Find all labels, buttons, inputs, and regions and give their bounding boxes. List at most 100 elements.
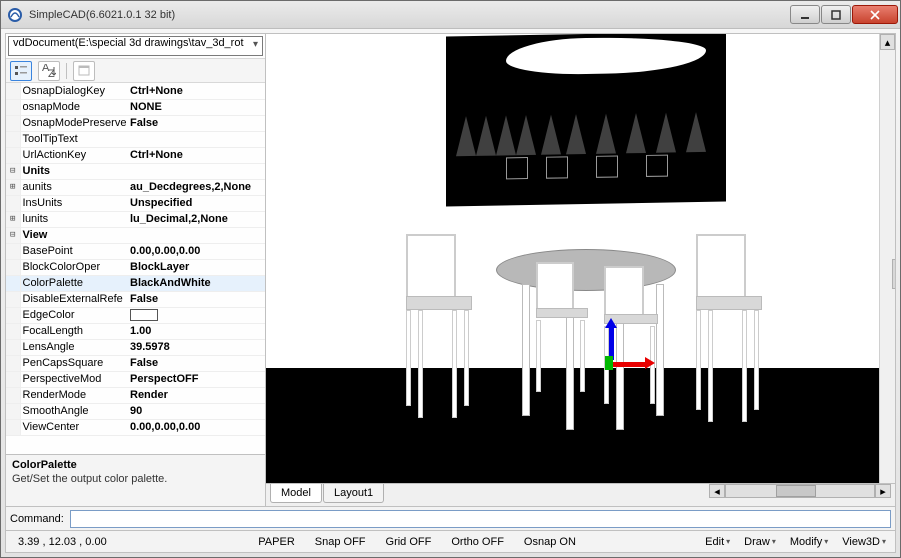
property-row[interactable]: RenderModeRender [6,387,265,403]
property-value[interactable]: False [128,115,265,131]
property-name: PenCapsSquare [20,355,128,371]
property-row[interactable]: ⊟View [6,227,265,243]
command-label: Command: [10,513,64,525]
property-grid[interactable]: OsnapDialogKeyCtrl+NoneosnapModeNONEOsna… [6,83,265,454]
property-value[interactable]: au_Decdegrees,2,None [128,179,265,195]
property-name: ColorPalette [20,275,128,291]
property-name: UrlActionKey [20,147,128,163]
command-input[interactable] [70,510,891,528]
property-value[interactable]: PerspectOFF [128,371,265,387]
expand-toggle[interactable]: ⊞ [6,179,20,195]
description-pane: ColorPalette Get/Set the output color pa… [6,454,265,506]
property-row[interactable]: PenCapsSquareFalse [6,355,265,371]
property-name: ViewCenter [20,419,128,435]
property-row[interactable]: InsUnitsUnspecified [6,195,265,211]
minimize-button[interactable] [790,5,820,24]
property-row[interactable]: BasePoint0.00,0.00,0.00 [6,243,265,259]
viewport-hscrollbar[interactable]: ◂ ▸ [709,484,891,498]
property-name: EdgeColor [20,307,128,323]
scroll-right-icon[interactable]: ▸ [875,484,891,498]
wall-picture [446,34,726,206]
property-name: View [20,227,128,243]
property-value[interactable]: 90 [128,403,265,419]
property-value[interactable]: Unspecified [128,195,265,211]
property-value[interactable]: NONE [128,99,265,115]
property-row[interactable]: LensAngle39.5978 [6,339,265,355]
layout-tabs: Model Layout1 ◂ ▸ [266,484,895,506]
menu-modify[interactable]: Modify▾ [787,536,831,548]
tab-model[interactable]: Model [270,484,322,503]
property-value[interactable]: Render [128,387,265,403]
expand-toggle [6,387,20,403]
property-value[interactable]: 39.5978 [128,339,265,355]
x-axis-icon [645,357,655,369]
property-value[interactable]: 0.00,0.00,0.00 [128,419,265,435]
property-name: LensAngle [20,339,128,355]
property-value[interactable]: BlockLayer [128,259,265,275]
property-row[interactable]: ViewCenter0.00,0.00,0.00 [6,419,265,435]
expand-toggle [6,243,20,259]
property-row[interactable]: ⊞lunitslu_Decimal,2,None [6,211,265,227]
property-row[interactable]: PerspectiveModPerspectOFF [6,371,265,387]
expand-toggle [6,339,20,355]
property-value[interactable]: Ctrl+None [128,147,265,163]
property-row[interactable]: OsnapModePreserveFalse [6,115,265,131]
alphabetical-view-button[interactable]: AZ [38,61,60,81]
property-row[interactable]: ⊟Units [6,163,265,179]
property-row[interactable]: DisableExternalRefeFalse [6,291,265,307]
categorized-view-button[interactable] [10,61,32,81]
status-grid[interactable]: Grid OFF [380,536,438,548]
property-value[interactable]: 0.00,0.00,0.00 [128,243,265,259]
property-row[interactable]: ToolTipText [6,131,265,147]
property-value[interactable] [128,307,265,323]
color-swatch[interactable] [130,309,158,321]
status-paper[interactable]: PAPER [252,536,300,548]
property-row[interactable]: BlockColorOperBlockLayer [6,259,265,275]
property-row[interactable]: osnapModeNONE [6,99,265,115]
property-value[interactable]: False [128,355,265,371]
command-row: Command: [6,506,895,530]
titlebar[interactable]: SimpleCAD(6.6021.0.1 32 bit) [1,1,900,29]
expand-toggle[interactable]: ⊟ [6,227,20,243]
tab-layout1[interactable]: Layout1 [323,484,384,503]
property-value[interactable] [128,163,265,179]
expand-toggle[interactable]: ⊞ [6,211,20,227]
menu-draw[interactable]: Draw▾ [741,536,779,548]
property-value[interactable]: False [128,291,265,307]
property-row[interactable]: UrlActionKeyCtrl+None [6,147,265,163]
expand-toggle [6,147,20,163]
property-value[interactable] [128,131,265,147]
document-selector[interactable]: vdDocument(E:\special 3d drawings\tav_3d… [8,36,263,56]
splitter-grip[interactable] [892,259,895,289]
property-row[interactable]: ColorPaletteBlackAndWhite [6,275,265,291]
status-snap[interactable]: Snap OFF [309,536,372,548]
scroll-up-icon[interactable]: ▴ [880,34,895,50]
property-row[interactable]: ⊞aunitsau_Decdegrees,2,None [6,179,265,195]
property-value[interactable]: 1.00 [128,323,265,339]
menu-view3d[interactable]: View3D▾ [839,536,889,548]
property-value[interactable]: Ctrl+None [128,83,265,99]
maximize-button[interactable] [821,5,851,24]
close-button[interactable] [852,5,898,24]
menu-edit[interactable]: Edit▾ [702,536,733,548]
property-value[interactable]: lu_Decimal,2,None [128,211,265,227]
status-ortho[interactable]: Ortho OFF [445,536,510,548]
scroll-left-icon[interactable]: ◂ [709,484,725,498]
expand-toggle [6,355,20,371]
expand-toggle [6,195,20,211]
property-name: Units [20,163,128,179]
expand-toggle [6,259,20,275]
property-row[interactable]: EdgeColor [6,307,265,323]
status-osnap[interactable]: Osnap ON [518,536,582,548]
viewport[interactable]: ▴ [266,34,895,484]
property-row[interactable]: FocalLength1.00 [6,323,265,339]
statusbar: 3.39 , 12.03 , 0.00 PAPER Snap OFF Grid … [6,530,895,552]
property-value[interactable]: BlackAndWhite [128,275,265,291]
property-row[interactable]: OsnapDialogKeyCtrl+None [6,83,265,99]
property-pages-button[interactable] [73,61,95,81]
expand-toggle[interactable]: ⊟ [6,163,20,179]
property-row[interactable]: SmoothAngle90 [6,403,265,419]
client-area: vdDocument(E:\special 3d drawings\tav_3d… [5,33,896,553]
description-title: ColorPalette [12,459,259,471]
property-value[interactable] [128,227,265,243]
